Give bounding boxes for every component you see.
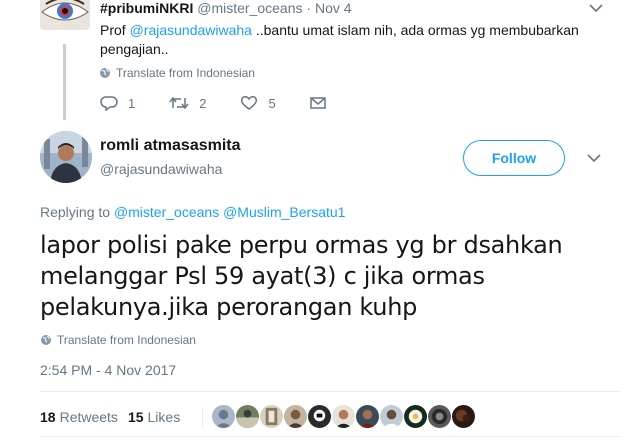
translate-label: Translate from Indonesian <box>57 333 196 347</box>
liker-avatar[interactable] <box>452 405 476 428</box>
author-avatar[interactable] <box>40 131 92 183</box>
replying-to-line: Replying to @mister_oceans @Muslim_Bersa… <box>40 204 345 220</box>
liker-avatar[interactable] <box>212 405 236 428</box>
likes-stat[interactable]: 15 Likes <box>128 409 180 425</box>
liker-avatar[interactable] <box>236 405 260 428</box>
retweet-icon <box>169 96 189 110</box>
engagement-stats: 18 Retweets 15 Likes <box>40 405 476 428</box>
retweets-label: Retweets <box>59 408 118 425</box>
tweet-text: lapor polisi pake perpu ormas yg br dsah… <box>40 231 563 321</box>
retweets-stat[interactable]: 18 Retweets <box>40 409 118 425</box>
liker-avatar[interactable] <box>428 405 452 428</box>
stats-separator <box>202 406 204 427</box>
replying-prefix: Replying to <box>40 204 111 220</box>
parent-display-name[interactable]: #pribumiNKRI <box>100 0 193 16</box>
parent-tweet: #pribumiNKRI @mister_oceans · Nov 4 Prof… <box>0 0 640 122</box>
retweet-count: 2 <box>199 95 207 111</box>
chevron-down-icon[interactable] <box>586 152 602 164</box>
liker-avatar[interactable] <box>380 405 404 428</box>
parent-translate-label: Translate from Indonesian <box>116 66 255 80</box>
likers-avatar-list <box>212 405 476 428</box>
likes-label: Likes <box>147 408 181 425</box>
parent-text-prefix: Prof <box>100 22 130 38</box>
divider <box>40 436 620 437</box>
reply-icon <box>100 96 118 111</box>
direct-message-button[interactable] <box>309 96 336 110</box>
parent-handle[interactable]: @mister_oceans <box>197 0 302 16</box>
follow-button[interactable]: Follow <box>463 140 565 176</box>
dot-separator: · <box>306 0 312 16</box>
author-handle[interactable]: @rajasundawiwaha <box>100 161 222 177</box>
globe-icon <box>41 335 51 345</box>
reply-count: 1 <box>128 95 136 111</box>
heart-icon <box>241 96 258 110</box>
replying-mention[interactable]: @mister_oceans <box>114 204 219 220</box>
divider <box>40 391 620 392</box>
parent-avatar[interactable] <box>40 0 90 30</box>
replying-mention[interactable]: @Muslim_Bersatu1 <box>223 204 345 220</box>
liker-avatar[interactable] <box>332 405 356 428</box>
chevron-down-icon[interactable] <box>588 2 604 14</box>
liker-avatar[interactable] <box>356 405 380 428</box>
parent-action-bar: 1 2 5 <box>100 95 370 111</box>
liker-avatar[interactable] <box>260 405 284 428</box>
reply-button[interactable]: 1 <box>100 95 135 111</box>
mention-link[interactable]: @rajasundawiwaha <box>130 22 252 38</box>
parent-translate-link[interactable]: Translate from Indonesian <box>99 66 255 80</box>
liker-avatar[interactable] <box>404 405 428 428</box>
parent-date[interactable]: Nov 4 <box>315 0 352 16</box>
likes-count: 15 <box>127 408 144 425</box>
parent-header: #pribumiNKRI @mister_oceans · Nov 4 <box>100 0 352 16</box>
thread-connector-line <box>63 44 66 120</box>
like-button[interactable]: 5 <box>240 95 276 111</box>
retweets-count: 18 <box>40 408 56 425</box>
translate-link[interactable]: Translate from Indonesian <box>40 333 196 347</box>
like-count: 5 <box>268 95 276 111</box>
liker-avatar[interactable] <box>284 405 308 428</box>
parent-tweet-text: Prof @rajasundawiwaha ..bantu umat islam… <box>100 21 600 59</box>
retweet-button[interactable]: 2 <box>169 95 206 111</box>
liker-avatar[interactable] <box>308 405 332 428</box>
tweet-timestamp[interactable]: 2:54 PM - 4 Nov 2017 <box>40 362 176 378</box>
globe-icon <box>100 68 110 78</box>
mail-icon <box>309 97 326 109</box>
author-display-name[interactable]: romli atmasasmita <box>100 137 241 155</box>
